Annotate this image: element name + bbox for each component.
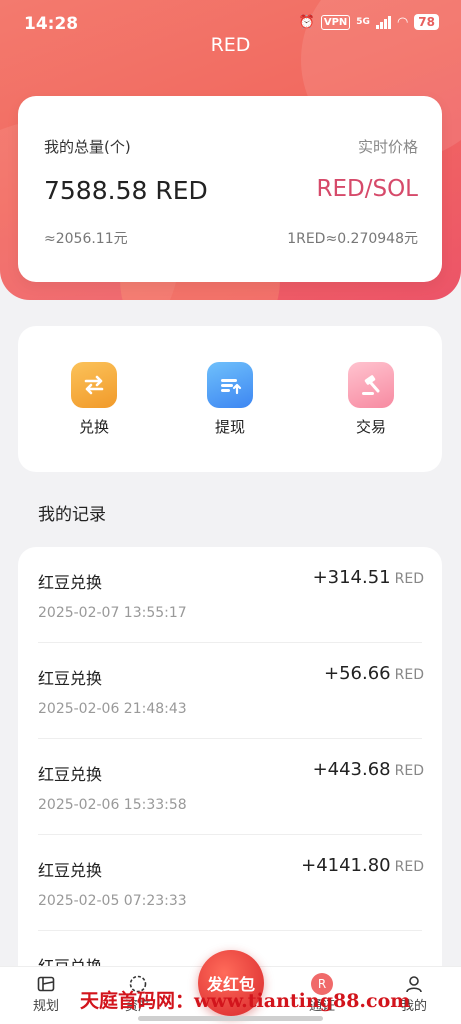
record-amount: +56.66 RED (324, 663, 424, 684)
tab-label: 规划 (32, 999, 59, 1014)
list-item[interactable]: 红豆兑换 2025-02-05 07:23:33 +4141.80 RED (18, 835, 442, 931)
auction-hammer-icon (348, 362, 394, 408)
action-panel: 兑换 提现 交易 (18, 326, 442, 472)
trade-label: 交易 (355, 418, 386, 436)
record-time: 2025-02-06 15:33:58 (38, 797, 187, 813)
exchange-button[interactable]: 兑换 (54, 362, 134, 437)
watermark-text: 天庭首码网：www.tianting88.com (80, 990, 411, 1012)
record-time: 2025-02-07 13:55:17 (38, 605, 187, 621)
record-time: 2025-02-05 07:23:33 (38, 893, 187, 909)
record-time: 2025-02-06 21:48:43 (38, 701, 187, 717)
signal-icon (375, 15, 391, 29)
record-name: 红豆兑换 (38, 765, 103, 784)
home-indicator (138, 1016, 323, 1021)
wifi-icon: ◠ (396, 14, 409, 30)
list-item[interactable]: 红豆兑换 2025-02-07 13:55:17 +314.51 RED (18, 547, 442, 643)
trade-button[interactable]: 交易 (331, 362, 411, 437)
network-type: 5G (356, 17, 370, 27)
record-amount: +443.68 RED (312, 759, 424, 780)
record-amount: +314.51 RED (312, 567, 424, 588)
tab-plan[interactable]: 规划 (16, 973, 76, 1014)
withdraw-label: 提现 (214, 418, 245, 436)
map-icon (16, 973, 76, 995)
status-icons: ⏰ VPN 5G ◠ 78 (299, 14, 439, 30)
exchange-label: 兑换 (78, 418, 109, 436)
trading-pair[interactable]: RED/SOL (317, 176, 419, 202)
vpn-badge: VPN (320, 14, 351, 30)
record-name: 红豆兑换 (38, 669, 103, 688)
withdraw-button[interactable]: 提现 (190, 362, 270, 437)
total-value: 7588.58 RED (44, 176, 208, 205)
records-title: 我的记录 (38, 505, 106, 525)
withdraw-icon (207, 362, 253, 408)
record-name: 红豆兑换 (38, 861, 103, 880)
total-label: 我的总量(个) (44, 138, 131, 156)
price-label: 实时价格 (357, 138, 418, 156)
list-item[interactable]: 红豆兑换 2025-02-06 15:33:58 +443.68 RED (18, 739, 442, 835)
record-name: 红豆兑换 (38, 573, 103, 592)
exchange-rate: 1RED≈0.270948元 (287, 231, 418, 247)
alarm-icon: ⏰ (298, 14, 315, 30)
status-time: 14:28 (24, 14, 79, 34)
battery-indicator: 78 (414, 14, 439, 30)
exchange-icon (71, 362, 117, 408)
page-title: RED (210, 34, 251, 56)
list-item[interactable]: 红豆兑换 2025-02-06 21:48:43 +56.66 RED (18, 643, 442, 739)
cny-value: ≈2056.11元 (44, 231, 128, 247)
record-amount: +4141.80 RED (301, 855, 424, 876)
balance-card: 我的总量(个) 实时价格 7588.58 RED RED/SOL ≈2056.1… (18, 96, 442, 282)
